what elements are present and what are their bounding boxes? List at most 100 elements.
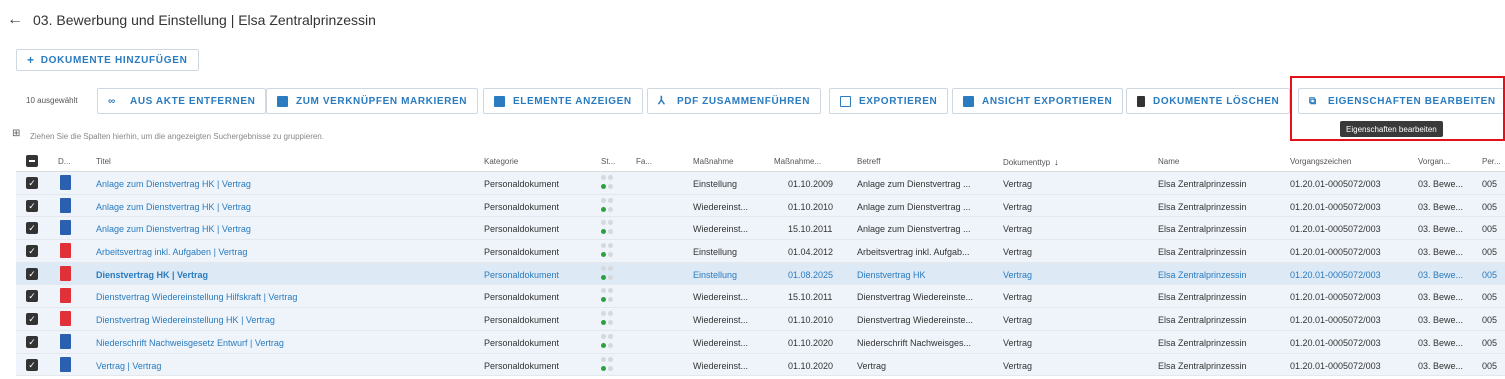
add-documents-button[interactable]: + DOKUMENTE HINZUFÜGEN	[16, 49, 199, 71]
table-row[interactable]: ✓ Vertrag | Vertrag Personaldokument Wieder…	[16, 353, 1505, 377]
cell-massnahme-datum: 15.10.2011	[788, 292, 833, 303]
pdf-file-icon	[60, 265, 71, 281]
plus-icon: +	[27, 53, 35, 67]
table-row[interactable]: ✓ Anlage zum Dienstvertrag HK | Vertrag Pe…	[16, 172, 1505, 195]
cell-betreff: Arbeitsvertrag inkl. Aufgab...	[857, 247, 970, 258]
column-header-massnahme[interactable]: Maßnahme	[693, 157, 733, 166]
table-row[interactable]: ✓ Anlage zum Dienstvertrag HK | Vertrag Pe…	[16, 194, 1505, 218]
merge-pdf-button[interactable]: ⅄ PDF ZUSAMMENFÜHREN	[647, 88, 822, 114]
cell-betreff: Niederschrift Nachweisges...	[857, 337, 972, 348]
cell-dokumenttyp: Vertrag	[1003, 360, 1033, 371]
column-header-vorgang[interactable]: Vorgan...	[1418, 157, 1450, 166]
dokumenttyp-label: Dokumenttyp	[1003, 158, 1051, 167]
cell-kategorie: Personaldokument	[484, 179, 560, 189]
edit-properties-tooltip: Eigenschaften bearbeiten	[1340, 121, 1443, 137]
document-title-link[interactable]: Arbeitsvertrag inkl. Aufgaben | Vertrag	[96, 247, 476, 257]
row-checkbox[interactable]: ✓	[26, 290, 38, 303]
column-header-fa[interactable]: Fa...	[636, 157, 652, 166]
add-documents-label: DOKUMENTE HINZUFÜGEN	[40, 54, 188, 66]
document-title-link[interactable]: Dienstvertrag Wiedereinstellung Hilfskra…	[96, 292, 476, 302]
document-title-link[interactable]: Dienstvertrag HK | Vertrag	[96, 270, 476, 280]
group-by-icon[interactable]: ⊞	[12, 129, 22, 139]
cell-dokumenttyp: Vertrag	[1003, 269, 1033, 280]
cell-name: Elsa Zentralprinzessin	[1158, 269, 1247, 280]
table-row[interactable]: ✓ Arbeitsvertrag inkl. Aufgaben | Vertrag…	[16, 240, 1505, 263]
cell-name: Elsa Zentralprinzessin	[1158, 224, 1247, 235]
cell-dokumenttyp: Vertrag	[1003, 315, 1033, 326]
cell-per: 005	[1482, 224, 1498, 235]
table-row[interactable]: ✓ Dienstvertrag Wiedereinstellung Hilfskr…	[16, 285, 1505, 309]
cell-dokumenttyp: Vertrag	[1003, 224, 1033, 235]
word-file-icon	[60, 175, 71, 190]
select-all-checkbox[interactable]	[26, 155, 38, 167]
cell-kategorie: Personaldokument	[484, 292, 560, 303]
column-header-name[interactable]: Name	[1158, 157, 1179, 166]
cell-vorgang: 03. Bewe...	[1418, 224, 1464, 235]
document-title-link[interactable]: Anlage zum Dienstvertrag HK | Vertrag	[96, 224, 476, 234]
status-indicator-icon	[601, 311, 615, 327]
cell-betreff: Dienstvertrag HK	[857, 269, 926, 280]
document-title-link[interactable]: Anlage zum Dienstvertrag HK | Vertrag	[96, 179, 476, 189]
selected-count: 10 ausgewählt	[26, 96, 78, 105]
column-header-per[interactable]: Per...	[1482, 157, 1501, 166]
cell-per: 005	[1482, 337, 1498, 348]
cell-massnahme: Wiedereinst...	[693, 292, 749, 303]
status-indicator-icon	[601, 333, 615, 350]
row-checkbox[interactable]: ✓	[26, 245, 38, 258]
cell-kategorie: Personaldokument	[484, 201, 560, 212]
delete-documents-button[interactable]: DOKUMENTE LÖSCHEN	[1126, 88, 1291, 114]
remove-from-file-button[interactable]: ∞ AUS AKTE ENTFERNEN	[97, 88, 267, 114]
table-row[interactable]: ✓ Dienstvertrag HK | Vertrag Personaldokum…	[16, 262, 1505, 286]
export-label: EXPORTIEREN	[859, 95, 938, 107]
cell-betreff: Dienstvertrag Wiedereinste...	[857, 292, 974, 303]
column-header-vorgangszeichen[interactable]: Vorgangszeichen	[1290, 157, 1351, 166]
document-title-link[interactable]: Niederschrift Nachweisgesetz Entwurf | V…	[96, 338, 476, 348]
cell-dokumenttyp: Vertrag	[1003, 247, 1033, 258]
document-title-link[interactable]: Dienstvertrag Wiedereinstellung HK | Ver…	[96, 315, 476, 325]
column-header-dokumenttyp[interactable]: Dokumenttyp ↓	[1003, 157, 1059, 167]
cell-vorgangszeichen: 01.20.01-0005072/003	[1290, 201, 1381, 212]
link-mark-icon	[277, 95, 288, 107]
column-header-titel[interactable]: Titel	[96, 157, 111, 166]
export-view-button[interactable]: ANSICHT EXPORTIEREN	[952, 88, 1124, 114]
column-header-kategorie[interactable]: Kategorie	[484, 157, 518, 166]
table-row[interactable]: ✓ Anlage zum Dienstvertrag HK | Vertrag Pe…	[16, 217, 1505, 241]
cell-name: Elsa Zentralprinzessin	[1158, 247, 1247, 258]
cell-kategorie: Personaldokument	[484, 224, 560, 235]
column-header-doc[interactable]: D...	[58, 157, 70, 166]
document-title-link[interactable]: Vertrag | Vertrag	[96, 361, 476, 371]
cell-massnahme-datum: 01.10.2010	[788, 315, 834, 326]
view-elements-icon	[494, 95, 505, 107]
column-header-betreff[interactable]: Betreff	[857, 157, 880, 166]
document-title-link[interactable]: Anlage zum Dienstvertrag HK | Vertrag	[96, 202, 476, 212]
cell-per: 005	[1482, 292, 1498, 303]
column-header-status[interactable]: St...	[601, 157, 615, 166]
row-checkbox[interactable]: ✓	[26, 267, 38, 280]
cell-name: Elsa Zentralprinzessin	[1158, 292, 1247, 303]
mark-for-linking-button[interactable]: ZUM VERKNÜPFEN MARKIEREN	[266, 88, 479, 114]
row-checkbox[interactable]: ✓	[26, 199, 38, 212]
table-row[interactable]: ✓ Niederschrift Nachweisgesetz Entwurf | …	[16, 330, 1505, 354]
back-arrow-icon[interactable]: ←	[6, 11, 24, 29]
table-row[interactable]: ✓ Dienstvertrag Wiedereinstellung HK | Ve…	[16, 308, 1505, 331]
action-toolbar: 10 ausgewählt ∞ AUS AKTE ENTFERNEN ZUM V…	[16, 88, 1505, 114]
cell-vorgangszeichen: 01.20.01-0005072/003	[1290, 247, 1381, 258]
row-checkbox[interactable]: ✓	[26, 358, 38, 371]
cell-kategorie: Personaldokument	[484, 360, 560, 371]
cell-vorgangszeichen: 01.20.01-0005072/003	[1290, 224, 1381, 235]
table-body: ✓ Anlage zum Dienstvertrag HK | Vertrag Pe…	[16, 172, 1505, 377]
status-indicator-icon	[601, 265, 615, 282]
row-checkbox[interactable]: ✓	[26, 177, 38, 189]
row-checkbox[interactable]: ✓	[26, 222, 38, 235]
cell-massnahme: Einstellung	[693, 179, 738, 189]
show-elements-button[interactable]: ELEMENTE ANZEIGEN	[483, 88, 643, 114]
cell-massnahme-datum: 01.10.2020	[788, 360, 834, 371]
column-header-massnahme-datum[interactable]: Maßnahme...	[774, 157, 821, 166]
row-checkbox[interactable]: ✓	[26, 335, 38, 348]
cell-dokumenttyp: Vertrag	[1003, 337, 1033, 348]
status-indicator-icon	[601, 197, 615, 214]
mark-for-linking-label: ZUM VERKNÜPFEN MARKIEREN	[296, 95, 468, 107]
remove-from-file-label: AUS AKTE ENTFERNEN	[130, 95, 256, 107]
export-button[interactable]: EXPORTIEREN	[829, 88, 949, 114]
row-checkbox[interactable]: ✓	[26, 313, 38, 326]
